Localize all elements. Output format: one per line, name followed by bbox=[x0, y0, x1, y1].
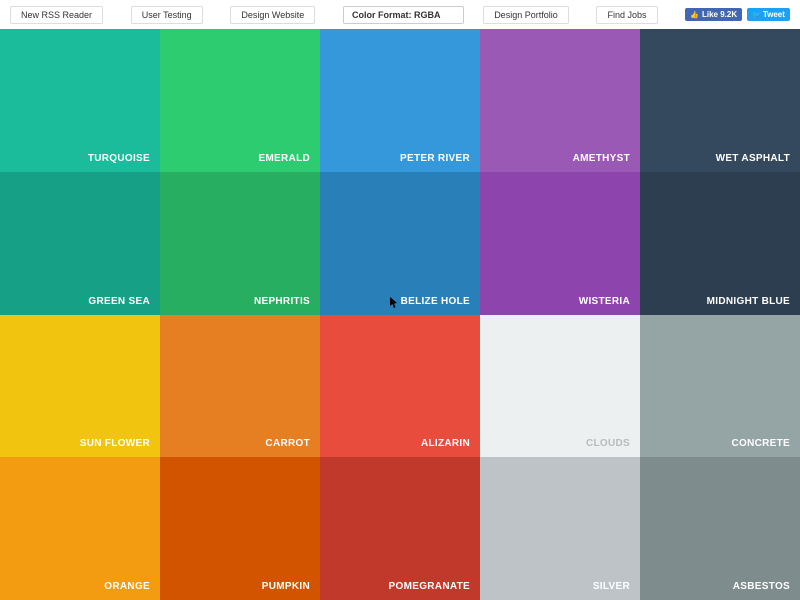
nav-user-testing[interactable]: User Testing bbox=[131, 6, 203, 24]
swatch-label: ORANGE bbox=[104, 581, 150, 592]
swatch-label: CLOUDS bbox=[586, 438, 630, 449]
swatch-wet-asphalt[interactable]: WET ASPHALT bbox=[640, 29, 800, 172]
top-nav: New RSS Reader User Testing Design Websi… bbox=[0, 0, 800, 29]
swatch-green-sea[interactable]: GREEN SEA bbox=[0, 172, 160, 315]
swatch-label: POMEGRANATE bbox=[389, 581, 470, 592]
swatch-orange[interactable]: ORANGE bbox=[0, 457, 160, 600]
swatch-midnight-blue[interactable]: MIDNIGHT BLUE bbox=[640, 172, 800, 315]
swatch-label: CONCRETE bbox=[731, 438, 790, 449]
swatch-label: GREEN SEA bbox=[88, 296, 150, 307]
swatch-label: TURQUOISE bbox=[88, 153, 150, 164]
swatch-amethyst[interactable]: AMETHYST bbox=[480, 29, 640, 172]
swatch-label: CARROT bbox=[265, 438, 310, 449]
social-buttons: Like 9.2K Tweet bbox=[685, 8, 790, 21]
swatch-pomegranate[interactable]: POMEGRANATE bbox=[320, 457, 480, 600]
nav-design-website[interactable]: Design Website bbox=[230, 6, 315, 24]
swatch-label: SUN FLOWER bbox=[80, 438, 150, 449]
swatch-emerald[interactable]: EMERALD bbox=[160, 29, 320, 172]
swatch-peter-river[interactable]: PETER RIVER bbox=[320, 29, 480, 172]
swatch-label: NEPHRITIS bbox=[254, 296, 310, 307]
swatch-label: ALIZARIN bbox=[421, 438, 470, 449]
swatch-nephritis[interactable]: NEPHRITIS bbox=[160, 172, 320, 315]
nav-design-portfolio[interactable]: Design Portfolio bbox=[483, 6, 569, 24]
swatch-sun-flower[interactable]: SUN FLOWER bbox=[0, 315, 160, 458]
nav-find-jobs[interactable]: Find Jobs bbox=[596, 6, 657, 24]
swatch-label: EMERALD bbox=[258, 153, 310, 164]
nav-rss-reader[interactable]: New RSS Reader bbox=[10, 6, 103, 24]
swatch-label: PETER RIVER bbox=[400, 153, 470, 164]
swatch-pumpkin[interactable]: PUMPKIN bbox=[160, 457, 320, 600]
twitter-tweet-button[interactable]: Tweet bbox=[747, 8, 790, 21]
facebook-like-button[interactable]: Like 9.2K bbox=[685, 8, 742, 21]
swatch-label: MIDNIGHT BLUE bbox=[707, 296, 790, 307]
color-format-select-wrap: Color Format: RGBA ▼ bbox=[343, 6, 455, 24]
swatch-label: PUMPKIN bbox=[262, 581, 310, 592]
swatch-belize-hole[interactable]: BELIZE HOLE bbox=[320, 172, 480, 315]
swatch-clouds[interactable]: CLOUDS bbox=[480, 315, 640, 458]
swatch-label: WISTERIA bbox=[579, 296, 630, 307]
color-format-select[interactable]: Color Format: RGBA bbox=[343, 6, 464, 24]
swatch-carrot[interactable]: CARROT bbox=[160, 315, 320, 458]
swatch-label: WET ASPHALT bbox=[716, 153, 790, 164]
swatch-label: BELIZE HOLE bbox=[401, 296, 470, 307]
swatch-turquoise[interactable]: TURQUOISE bbox=[0, 29, 160, 172]
color-grid: TURQUOISE EMERALD PETER RIVER AMETHYST WET A… bbox=[0, 29, 800, 600]
swatch-label: SILVER bbox=[593, 581, 630, 592]
swatch-asbestos[interactable]: ASBESTOS bbox=[640, 457, 800, 600]
swatch-concrete[interactable]: CONCRETE bbox=[640, 315, 800, 458]
swatch-label: AMETHYST bbox=[573, 153, 630, 164]
swatch-wisteria[interactable]: WISTERIA bbox=[480, 172, 640, 315]
swatch-silver[interactable]: SILVER bbox=[480, 457, 640, 600]
swatch-alizarin[interactable]: ALIZARIN bbox=[320, 315, 480, 458]
swatch-label: ASBESTOS bbox=[733, 581, 790, 592]
